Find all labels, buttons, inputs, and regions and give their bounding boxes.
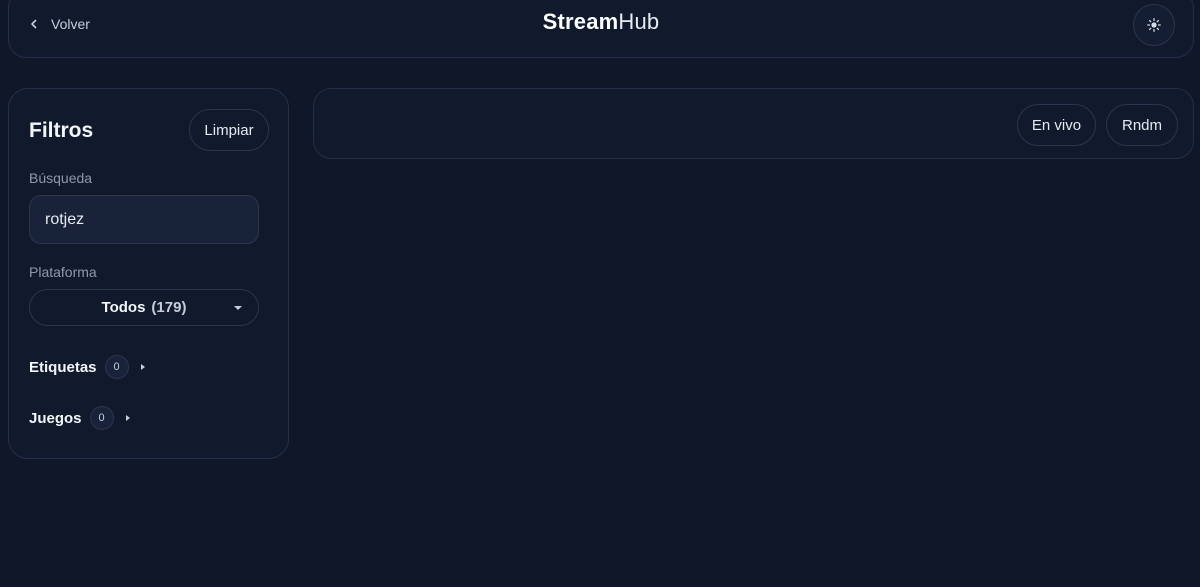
platform-select[interactable]: Todos (179) [29,289,259,326]
search-input[interactable] [29,195,259,244]
tags-count-badge: 0 [104,355,129,379]
caret-right-icon [125,415,130,421]
tags-label: Etiquetas [29,358,97,376]
logo-regular-text: Hub [618,9,660,34]
tags-filter-toggle[interactable]: Etiquetas 0 [29,355,145,379]
platform-selected-value: Todos [101,299,146,316]
caret-right-icon [140,364,145,370]
games-count-badge: 0 [89,406,114,430]
live-filter-button[interactable]: En vivo [1017,104,1096,146]
logo-bold-text: Stream [542,9,619,34]
search-label: Búsqueda [29,170,93,186]
top-bar: Volver StreamHub [8,0,1194,58]
sun-icon [1147,18,1161,32]
content-toolbar: En vivo Rndm [313,88,1194,159]
games-filter-toggle[interactable]: Juegos 0 [29,406,130,430]
clear-filters-button[interactable]: Limpiar [189,109,269,151]
filters-panel: Filtros Limpiar Búsqueda Plataforma Todo… [8,88,289,459]
platform-count: (179) [151,299,187,316]
random-button[interactable]: Rndm [1106,104,1178,146]
platform-label: Plataforma [29,264,97,280]
app-logo[interactable]: StreamHub [9,9,1193,35]
filters-title: Filtros [29,119,94,142]
games-label: Juegos [29,409,82,427]
caret-down-icon [234,306,242,310]
theme-toggle-button[interactable] [1133,4,1175,46]
